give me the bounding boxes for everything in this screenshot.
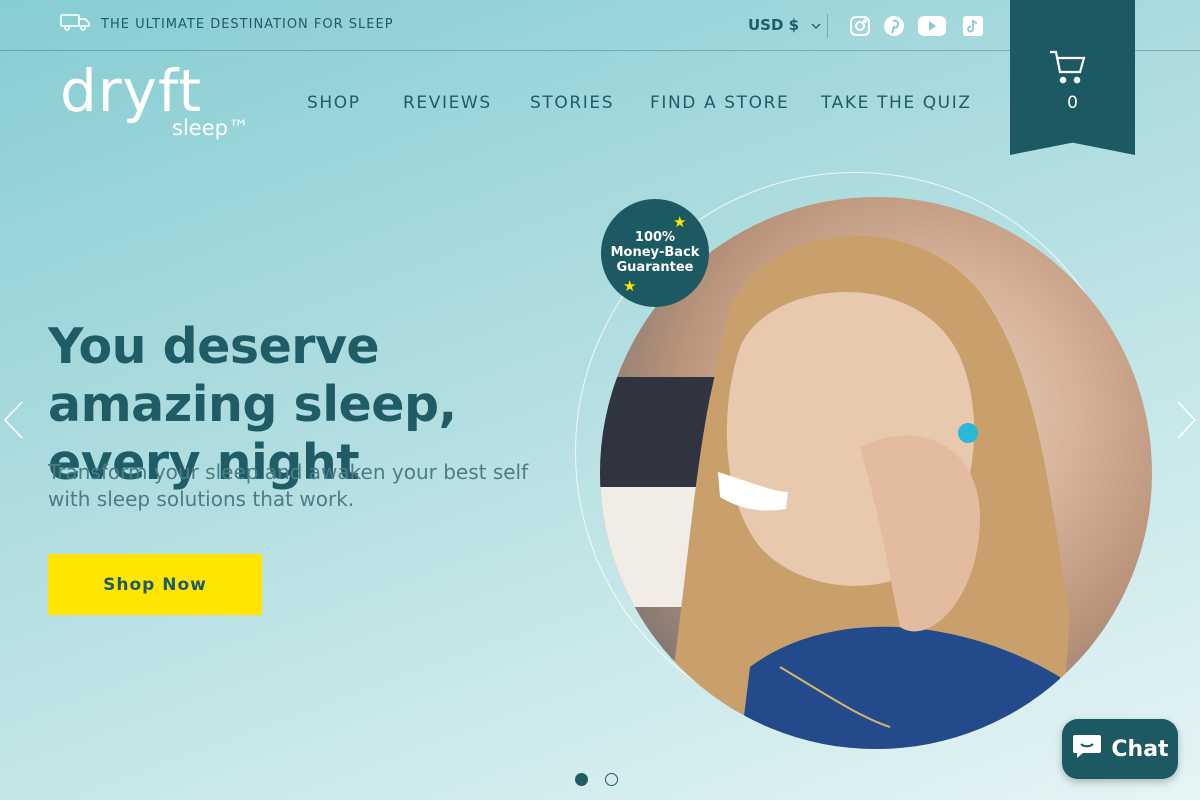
pinterest-icon[interactable] [883,15,905,41]
slider-dot-2[interactable] [605,773,618,786]
star-icon: ★ [623,277,637,295]
nav-item-shop[interactable]: SHOP [307,93,361,113]
slider-dot-1[interactable] [575,773,588,786]
chevron-down-icon [811,16,821,34]
badge-line-1: 100% [634,230,676,245]
truck-icon [60,13,90,35]
instagram-icon[interactable] [849,15,871,41]
next-slide-arrow[interactable] [1176,400,1198,444]
currency-label: USD $ [748,16,800,34]
chat-bubble-icon [1071,732,1103,766]
nav-item-find-a-store[interactable]: FIND A STORE [650,93,789,113]
nav-item-stories[interactable]: STORIES [530,93,614,113]
prev-slide-arrow[interactable] [2,400,24,444]
cart-button[interactable]: 0 [1010,0,1135,155]
money-back-badge: ★ 100% Money-Back Guarantee ★ [601,199,709,307]
logo[interactable]: dryft sleep™ [60,57,249,140]
youtube-icon[interactable] [917,15,947,41]
nav-item-take-the-quiz[interactable]: TAKE THE QUIZ [821,93,972,113]
shop-now-button[interactable]: Shop Now [48,554,262,615]
badge-line-3: Guarantee [616,260,694,275]
header-divider [827,14,828,38]
cart-count: 0 [1067,93,1078,113]
logo-subtitle: sleep™ [172,116,249,140]
badge-line-2: Money-Back [610,245,700,260]
logo-wordmark: dryft [60,57,203,125]
chat-label: Chat [1111,736,1169,762]
tiktok-icon[interactable] [962,15,984,41]
currency-selector[interactable]: USD $ [748,16,821,34]
star-icon: ★ [673,213,687,231]
announcement-text: THE ULTIMATE DESTINATION FOR SLEEP [101,17,394,32]
chat-button[interactable]: Chat [1062,719,1178,779]
nav-item-reviews[interactable]: REVIEWS [403,93,492,113]
hero-subtitle: Transform your sleep and awaken your bes… [48,460,529,511]
